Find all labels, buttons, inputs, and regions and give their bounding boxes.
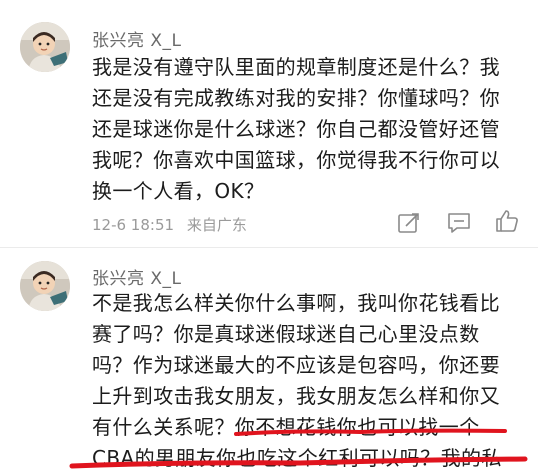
avatar-image bbox=[20, 22, 70, 72]
comment-location: 来自广东 bbox=[186, 216, 247, 234]
share-icon[interactable] bbox=[396, 210, 422, 236]
comment-text-line: CBA的男朋友你也吃这个红利可以吗？我的私 bbox=[92, 446, 502, 470]
comment-text-line: 我呢？你喜欢中国篮球，你觉得我不行你可以 bbox=[92, 148, 500, 172]
comment-text-line: 不是我怎么样关你什么事啊，我叫你花钱看比 bbox=[92, 291, 500, 315]
comment-item-2: 张兴亮 X_L 不是我怎么样关你什么事啊，我叫你花钱看比 赛了吗？你是真球迷假球… bbox=[0, 248, 538, 475]
comment-icon[interactable] bbox=[446, 210, 472, 236]
comment-text: 我是没有遵守队里面的规章制度还是什么？我 还是没有完成教练对我的安排？你懂球吗？… bbox=[92, 52, 532, 207]
comment-text: 不是我怎么样关你什么事啊，我叫你花钱看比 赛了吗？你是真球迷假球迷自己心里没点数… bbox=[92, 288, 532, 474]
comment-username[interactable]: 张兴亮 X_L bbox=[92, 264, 182, 289]
comment-text-line: 换一个人看，OK？ bbox=[92, 179, 265, 203]
comment-timestamp: 12-6 18:51 bbox=[92, 216, 175, 234]
comment-text-line: 有什么关系呢？你不想花钱你也可以找一个 bbox=[92, 415, 480, 439]
comment-username[interactable]: 张兴亮 X_L bbox=[92, 26, 182, 51]
comment-text-line: 我是没有遵守队里面的规章制度还是什么？我 bbox=[92, 55, 500, 79]
avatar[interactable] bbox=[20, 22, 70, 72]
like-icon[interactable] bbox=[494, 208, 520, 234]
comment-text-line: 还是没有完成教练对我的安排？你懂球吗？你 bbox=[92, 86, 500, 110]
avatar-image bbox=[20, 261, 70, 311]
avatar[interactable] bbox=[20, 261, 70, 311]
comment-text-line: 上升到攻击我女朋友，我女朋友怎么样和你又 bbox=[92, 384, 500, 408]
comment-text-line: 还是球迷你是什么球迷？你自己都没管好还管 bbox=[92, 117, 500, 141]
comment-text-line: 吗？作为球迷最大的不应该是包容吗，你还要 bbox=[92, 353, 500, 377]
comment-text-line: 赛了吗？你是真球迷假球迷自己心里没点数 bbox=[92, 322, 480, 346]
comment-item-1: 张兴亮 X_L 我是没有遵守队里面的规章制度还是什么？我 还是没有完成教练对我的… bbox=[0, 0, 538, 245]
comment-meta: 12-6 18:51 来自广东 bbox=[92, 214, 255, 235]
